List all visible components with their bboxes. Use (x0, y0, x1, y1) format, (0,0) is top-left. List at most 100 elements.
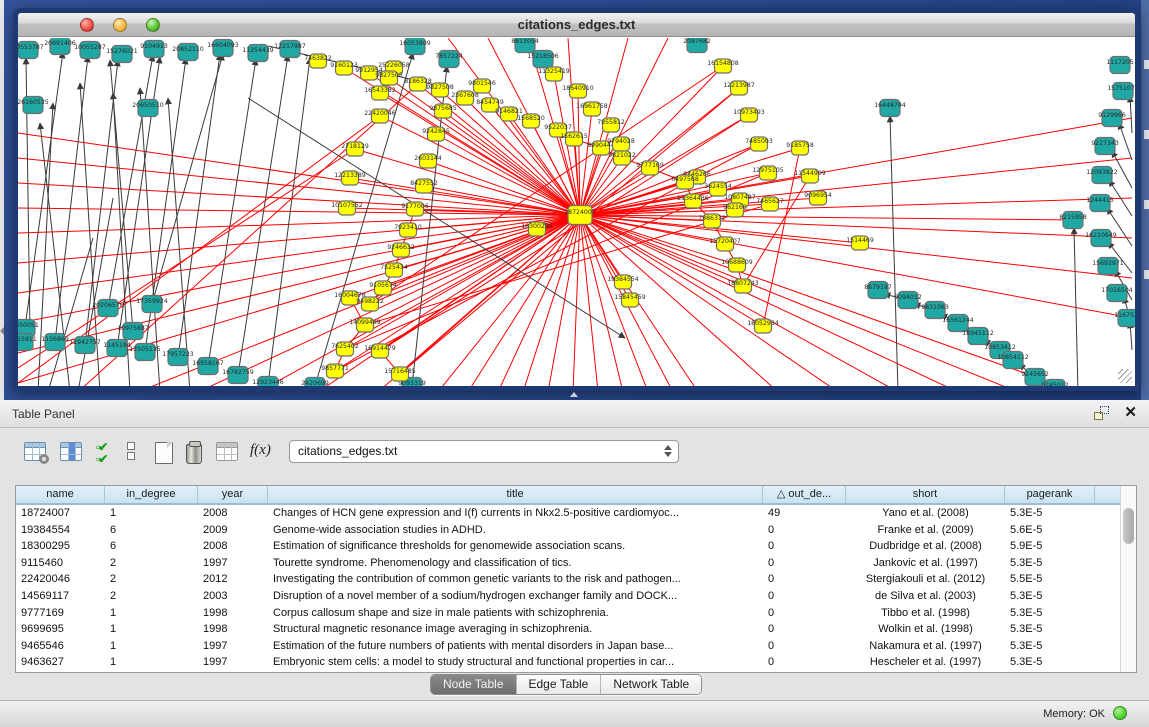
table-cell[interactable]: 0 (763, 522, 846, 539)
column-header-name[interactable]: name (16, 486, 105, 503)
table-cell[interactable]: 0 (763, 538, 846, 555)
table-cell[interactable]: Corpus callosum shape and size in male p… (268, 605, 763, 622)
table-cell[interactable]: 1 (105, 638, 198, 655)
table-cell[interactable]: 2003 (198, 588, 268, 605)
table-cell[interactable]: Tibbo et al. (1998) (846, 605, 1005, 622)
table-cell[interactable]: 49 (763, 505, 846, 522)
column-header-year[interactable]: year (198, 486, 268, 503)
table-cell[interactable]: 6 (105, 538, 198, 555)
vertical-scrollbar[interactable] (1120, 486, 1136, 672)
show-columns-icon[interactable] (60, 442, 86, 468)
column-header-title[interactable]: title (268, 486, 763, 503)
table-cell[interactable]: 5.5E-5 (1005, 571, 1095, 588)
table-row[interactable]: 911546021997Tourette syndrome. Phenomeno… (16, 555, 1120, 572)
tab-network-table[interactable]: Network Table (601, 675, 701, 694)
table-cell[interactable]: 1 (105, 654, 198, 671)
table-row[interactable]: 1938455462009Genome-wide association stu… (16, 522, 1120, 539)
table-cell[interactable]: 9463627 (16, 654, 105, 671)
table-cell[interactable]: 5.3E-5 (1005, 605, 1095, 622)
table-cell[interactable]: 0 (763, 588, 846, 605)
table-cell[interactable]: 1997 (198, 638, 268, 655)
table-cell[interactable]: 1998 (198, 621, 268, 638)
table-cell[interactable]: Jankovic et al. (1997) (846, 555, 1005, 572)
table-cell[interactable]: 0 (763, 555, 846, 572)
table-cell[interactable]: Estimation of significance thresholds fo… (268, 538, 763, 555)
table-cell[interactable]: 9465546 (16, 638, 105, 655)
delete-column-icon[interactable] (186, 442, 212, 468)
row-options-icon[interactable] (127, 442, 153, 468)
table-cell[interactable]: 2008 (198, 505, 268, 522)
table-cell[interactable]: 2008 (198, 538, 268, 555)
table-cell[interactable]: 22420046 (16, 571, 105, 588)
table-cell[interactable]: Stergiakouli et al. (2012) (846, 571, 1005, 588)
table-cell[interactable]: 2009 (198, 522, 268, 539)
table-cell[interactable]: 1997 (198, 654, 268, 671)
table-cell[interactable]: 0 (763, 571, 846, 588)
network-selector[interactable]: citations_edges.txt (289, 440, 679, 463)
window-titlebar[interactable]: citations_edges.txt (18, 13, 1135, 37)
table-row[interactable]: 946362711997Embryonic stem cells: a mode… (16, 654, 1120, 671)
tab-node-table[interactable]: Node Table (431, 675, 517, 694)
table-row[interactable]: 977716911998Corpus callosum shape and si… (16, 605, 1120, 622)
table-row[interactable]: 1872400712008Changes of HCN gene express… (16, 505, 1120, 522)
table-cell[interactable]: Wolkin et al. (1998) (846, 621, 1005, 638)
table-cell[interactable]: 2 (105, 555, 198, 572)
collapse-left-arrow-icon[interactable] (0, 327, 4, 335)
column-header-short[interactable]: short (846, 486, 1005, 503)
close-panel-icon[interactable]: ✕ (1124, 404, 1137, 422)
select-columns-icon[interactable]: ▫✔▫✔ (96, 442, 122, 468)
table-cell[interactable]: 18724007 (16, 505, 105, 522)
table-cell[interactable]: 5.3E-5 (1005, 588, 1095, 605)
table-cell[interactable]: 1 (105, 621, 198, 638)
table-cell[interactable]: Franke et al. (2009) (846, 522, 1005, 539)
table-mode-icon[interactable] (24, 442, 50, 468)
column-header-pagerank[interactable]: pagerank (1005, 486, 1095, 503)
table-cell[interactable]: 5.3E-5 (1005, 621, 1095, 638)
table-cell[interactable]: 1 (105, 505, 198, 522)
table-cell[interactable]: 2 (105, 588, 198, 605)
network-view-window[interactable]: citations_edges.txt 20553787206914061005… (13, 8, 1140, 391)
table-cell[interactable]: 6 (105, 522, 198, 539)
table-cell[interactable]: Embryonic stem cells: a model to study s… (268, 654, 763, 671)
table-cell[interactable]: 0 (763, 638, 846, 655)
table-cell[interactable]: 9777169 (16, 605, 105, 622)
table-cell[interactable]: 2 (105, 571, 198, 588)
table-cell[interactable]: Investigating the contribution of common… (268, 571, 763, 588)
table-row[interactable]: 2242004622012Investigating the contribut… (16, 571, 1120, 588)
table-cell[interactable]: 14569117 (16, 588, 105, 605)
table-cell[interactable]: Dudbridge et al. (2008) (846, 538, 1005, 555)
tab-edge-table[interactable]: Edge Table (517, 675, 602, 694)
table-cell[interactable]: Estimation of the future numbers of pati… (268, 638, 763, 655)
table-cell[interactable]: 19384554 (16, 522, 105, 539)
scrollbar-thumb[interactable] (1123, 508, 1134, 544)
table-cell[interactable]: Disruption of a novel member of a sodium… (268, 588, 763, 605)
table-cell[interactable]: 1998 (198, 605, 268, 622)
table-cell[interactable]: Changes of HCN gene expression and I(f) … (268, 505, 763, 522)
panel-splitter-handle[interactable] (570, 392, 578, 397)
table-cell[interactable]: 5.9E-5 (1005, 538, 1095, 555)
table-cell[interactable]: 0 (763, 654, 846, 671)
window-resize-handle[interactable] (1118, 369, 1132, 383)
table-cell[interactable]: 9699695 (16, 621, 105, 638)
new-column-icon[interactable] (155, 442, 181, 468)
table-cell[interactable]: 18300295 (16, 538, 105, 555)
table-row[interactable]: 1456911722003Disruption of a novel membe… (16, 588, 1120, 605)
column-header-out_de[interactable]: △ out_de... (763, 486, 846, 503)
table-cell[interactable]: 5.3E-5 (1005, 654, 1095, 671)
table-cell[interactable]: 1997 (198, 555, 268, 572)
table-cell[interactable]: 0 (763, 621, 846, 638)
function-builder-icon[interactable]: f(x) (250, 442, 276, 468)
table-cell[interactable]: 1 (105, 605, 198, 622)
table-cell[interactable]: 5.6E-5 (1005, 522, 1095, 539)
table-cell[interactable]: 9115460 (16, 555, 105, 572)
table-cell[interactable]: Hescheler et al. (1997) (846, 654, 1005, 671)
table-cell[interactable]: 0 (763, 605, 846, 622)
table-row[interactable]: 946554611997Estimation of the future num… (16, 638, 1120, 655)
table-cell[interactable]: 2012 (198, 571, 268, 588)
table-cell[interactable]: de Silva et al. (2003) (846, 588, 1005, 605)
table-cell[interactable]: 5.3E-5 (1005, 555, 1095, 572)
table-cell[interactable]: Genome-wide association studies in ADHD. (268, 522, 763, 539)
network-canvas[interactable]: 2055378720691406100552871527602191049132… (18, 38, 1135, 386)
table-cell[interactable]: Nakamura et al. (1997) (846, 638, 1005, 655)
table-cell[interactable]: Structural magnetic resonance image aver… (268, 621, 763, 638)
